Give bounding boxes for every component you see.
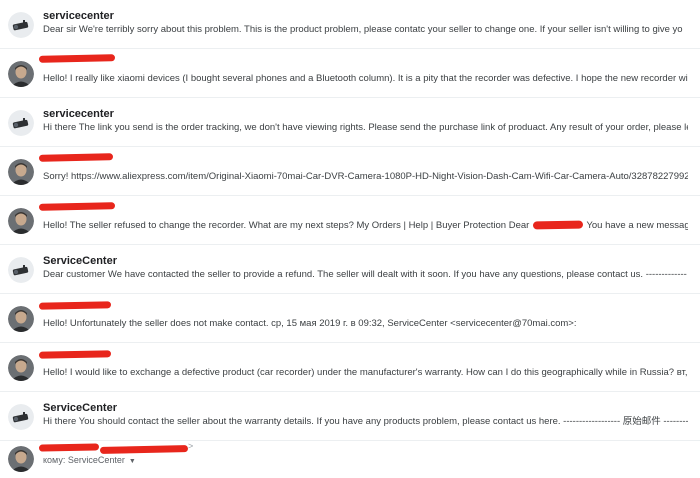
message-row[interactable]: servicecenter Dear sir We're terribly so…: [0, 0, 700, 49]
user-avatar: [8, 208, 34, 234]
snippet-text: Hello! The seller refused to change the …: [43, 220, 530, 231]
recipient-line[interactable]: кому: ServiceCenter ▼: [43, 455, 136, 465]
sender-email-suffix: >: [188, 441, 194, 451]
message-snippet: Hello! The seller refused to change the …: [43, 220, 688, 232]
redaction-mark: [38, 350, 112, 359]
sender-name: ServiceCenter: [43, 402, 117, 414]
message-snippet: Dear customer We have contacted the sell…: [43, 269, 687, 280]
dashcam-avatar: [8, 12, 34, 38]
message-row[interactable]: Sorry! https://www.aliexpress.com/item/O…: [0, 147, 700, 196]
sender-name: ServiceCenter: [43, 255, 117, 267]
dashcam-avatar: [8, 257, 34, 283]
redaction-mark: [38, 301, 112, 310]
user-avatar: [8, 306, 34, 332]
redaction-mark: [99, 445, 189, 454]
user-avatar: [8, 61, 34, 87]
chevron-down-icon[interactable]: ▼: [129, 458, 136, 465]
message-row[interactable]: servicecenter Hi there The link you send…: [0, 98, 700, 147]
sender-name: servicecenter: [43, 10, 114, 22]
email-thread: servicecenter Dear sir We're terribly so…: [0, 0, 700, 478]
dashcam-avatar: [8, 110, 34, 136]
message-row[interactable]: Hello! I would like to exchange a defect…: [0, 343, 700, 392]
message-snippet: Hi there The link you send is the order …: [43, 122, 688, 133]
dashcam-avatar: [8, 404, 34, 430]
message-snippet: Hello! I really like xiaomi devices (I b…: [43, 73, 688, 84]
message-row[interactable]: ServiceCenter Dear customer We have cont…: [0, 245, 700, 294]
recipient-label: кому: ServiceCenter: [43, 455, 125, 465]
snippet-text: You have a new message from Ali: [586, 220, 688, 231]
message-snippet: Hello! I would like to exchange a defect…: [43, 367, 688, 378]
message-snippet: Hi there You should contact the seller a…: [43, 416, 688, 427]
message-row[interactable]: Hello! I really like xiaomi devices (I b…: [0, 49, 700, 98]
sender-name: servicecenter: [43, 108, 114, 120]
message-header-expanded[interactable]: > кому: ServiceCenter ▼: [0, 441, 700, 478]
message-row[interactable]: Hello! The seller refused to change the …: [0, 196, 700, 245]
user-avatar: [8, 446, 34, 472]
redaction-mark: [38, 153, 114, 162]
message-snippet: Hello! Unfortunately the seller does not…: [43, 318, 577, 329]
redaction-mark: [38, 202, 116, 211]
redaction-mark: [38, 443, 100, 452]
message-row[interactable]: Hello! Unfortunately the seller does not…: [0, 294, 700, 343]
user-avatar: [8, 355, 34, 381]
user-avatar: [8, 159, 34, 185]
redaction-mark: [532, 221, 584, 230]
message-snippet: Dear sir We're terribly sorry about this…: [43, 24, 683, 35]
redaction-mark: [38, 54, 116, 63]
message-row[interactable]: ServiceCenter Hi there You should contac…: [0, 392, 700, 441]
message-snippet: Sorry! https://www.aliexpress.com/item/O…: [43, 171, 688, 182]
